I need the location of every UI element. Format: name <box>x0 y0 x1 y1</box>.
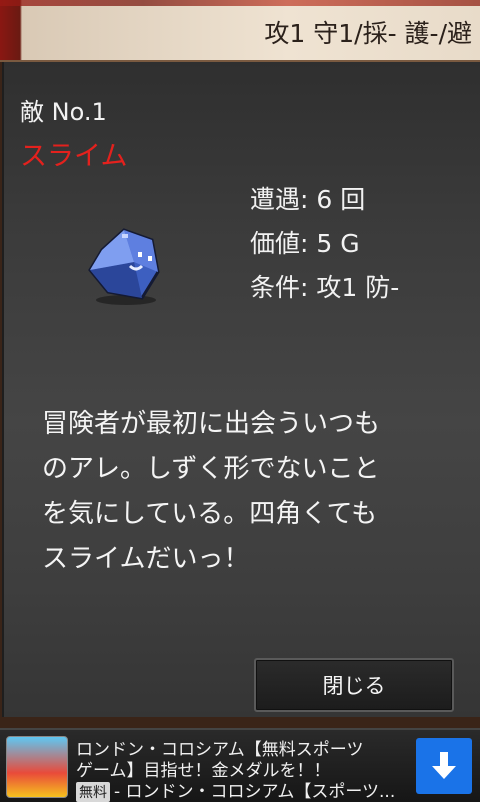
download-arrow-icon <box>432 752 456 779</box>
download-button[interactable] <box>416 738 472 794</box>
free-badge: 無料 <box>76 782 110 802</box>
description-line: 冒険者が最初に出会ういつも <box>42 409 381 439</box>
ad-subtitle: - ロンドン・コロシアム【スポーツ... <box>114 782 396 802</box>
encounter-count: 遭遇: 6 回 <box>250 185 366 214</box>
close-button[interactable]: 閉じる <box>254 658 454 712</box>
app-icon[interactable] <box>6 736 68 798</box>
gold-value: 価値: 5 G <box>250 229 360 258</box>
slime-sprite-icon <box>82 222 168 308</box>
enemy-number: 敵 No.1 <box>20 98 107 126</box>
ad-subline: 無料 - ロンドン・コロシアム【スポーツ... <box>76 777 395 802</box>
unlock-condition: 条件: 攻1 防- <box>250 273 400 302</box>
description-line: のアレ。しずく形でないこと <box>42 454 380 484</box>
description-line: スライムだいっ！ <box>42 544 250 574</box>
enemy-detail-panel: 敵 No.1 スライム 遭遇: 6 回 価値: 5 G 条件: 攻1 防- 冒険… <box>2 62 480 717</box>
enemy-description: 冒険者が最初に出会ういつも のアレ。しずく形でないこと を気にしている。四角くて… <box>42 402 452 582</box>
ad-banner[interactable]: ロンドン・コロシアム【無料スポーツ ゲーム】目指せ！金メダルを！！ 無料 - ロン… <box>0 728 480 802</box>
status-bar: 攻1 守1/採- 護-/避 <box>0 0 480 62</box>
description-line: を気にしている。四角くても <box>42 499 378 529</box>
enemy-name: スライム <box>20 141 128 172</box>
player-stats: 攻1 守1/採- 護-/避 <box>264 19 472 48</box>
